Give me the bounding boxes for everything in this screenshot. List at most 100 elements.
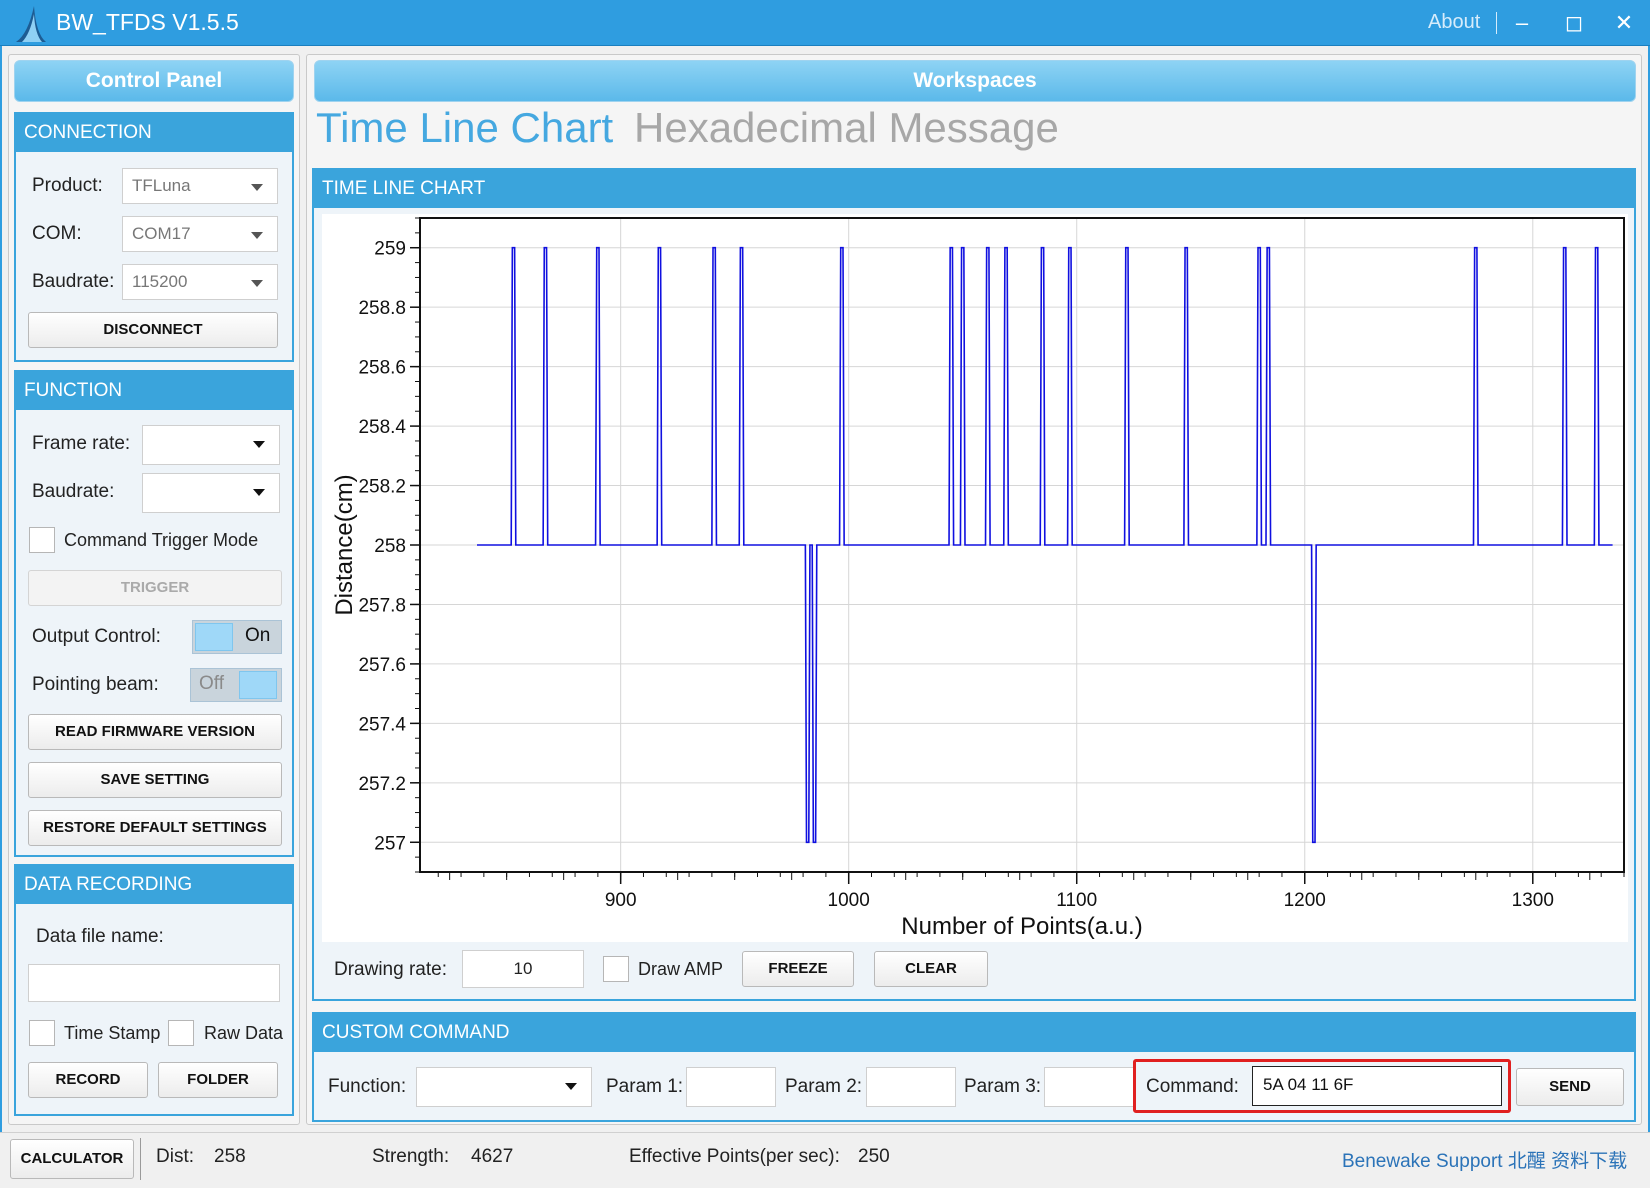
connection-baudrate-select[interactable]: 115200 [122,264,278,300]
drawing-rate-label: Drawing rate: [334,959,447,980]
com-select[interactable]: COM17 [122,216,278,252]
y-tick-label: 257.8 [358,595,406,616]
custom-command-title: CUSTOM COMMAND [314,1014,1634,1052]
time-stamp-label: Time Stamp [64,1023,161,1043]
strength-value: 4627 [471,1146,514,1167]
product-select[interactable]: TFLuna [122,168,278,204]
connection-baudrate-value: 115200 [132,272,188,291]
command-trigger-checkbox[interactable] [29,527,55,553]
y-tick-label: 259 [374,239,406,260]
x-tick-label: 1000 [828,890,870,911]
freeze-button[interactable]: FREEZE [742,951,854,987]
function-baudrate-select[interactable] [142,473,280,513]
output-control-state: On [245,625,271,646]
maximize-button[interactable]: ◻ [1556,6,1592,40]
close-button[interactable]: ✕ [1606,6,1642,40]
data-file-name-input[interactable] [28,964,280,1002]
clear-button[interactable]: CLEAR [874,951,988,987]
y-tick-label: 258.6 [358,358,406,379]
send-button[interactable]: SEND [1516,1068,1624,1106]
data-file-name-label: Data file name: [36,926,164,947]
function-baudrate-label: Baudrate: [32,481,115,502]
window-title: BW_TFDS V1.5.5 [56,9,239,35]
trigger-button[interactable]: TRIGGER [28,570,282,606]
command-input[interactable]: 5A 04 11 6F [1252,1066,1502,1106]
minimize-button[interactable]: – [1504,6,1540,40]
frame-rate-select[interactable] [142,425,280,465]
param1-label: Param 1: [606,1076,684,1097]
com-value: COM17 [132,224,191,243]
toggle-knob [195,623,233,651]
benewake-support-link[interactable]: Benewake Support 北醒 资料下载 [1342,1146,1627,1173]
function-title: FUNCTION [16,372,292,410]
time-stamp-checkbox[interactable] [29,1020,55,1046]
output-control-toggle[interactable]: On [192,620,282,654]
y-tick-label: 257.6 [358,655,406,676]
disconnect-button[interactable]: DISCONNECT [28,312,278,348]
dist-label: Dist: [156,1146,194,1167]
raw-data-checkbox[interactable] [168,1020,194,1046]
frame-rate-label: Frame rate: [32,433,131,454]
y-tick-label: 258.2 [358,477,406,498]
chevron-down-icon [565,1083,577,1090]
command-label: Command: [1146,1076,1239,1097]
output-control-label: Output Control: [32,626,161,647]
chevron-down-icon [253,441,265,448]
time-line-chart-title: TIME LINE CHART [314,170,1634,208]
function-label: Function: [328,1076,407,1097]
x-tick-label: 900 [605,890,637,911]
drawing-rate-input[interactable]: 10 [462,950,584,988]
about-link[interactable]: About [1428,11,1480,34]
strength-label: Strength: [372,1146,450,1167]
calculator-button[interactable]: CALCULATOR [10,1139,134,1179]
product-value: TFLuna [132,176,191,195]
y-tick-label: 258.8 [358,298,406,319]
pointing-beam-state: Off [199,673,224,694]
param2-label: Param 2: [785,1076,863,1097]
distance-chart: 257 257.2 257.4 257.6 257.8 258 258.2 258.4 258.… [322,214,1628,942]
raw-data-label: Raw Data [204,1023,284,1043]
y-tick-label: 258.4 [358,417,406,438]
title-bar: BW_TFDS V1.5.5 About – ◻ ✕ [0,0,1650,46]
save-setting-button[interactable]: SAVE SETTING [28,762,282,798]
param2-input[interactable] [866,1067,956,1107]
product-label: Product: [32,175,103,196]
restore-default-button[interactable]: RESTORE DEFAULT SETTINGS [28,810,282,846]
y-axis-label: Distance(cm) [331,474,358,615]
chevron-down-icon [251,184,263,191]
pointing-beam-toggle[interactable]: Off [190,668,282,702]
x-tick-label: 1100 [1056,890,1097,911]
toggle-knob [239,671,277,699]
param1-input[interactable] [686,1067,776,1107]
x-axis-label: Number of Points(a.u.) [901,913,1142,940]
tab-hexadecimal-message[interactable]: Hexadecimal Message [634,104,1059,152]
chart-background [322,214,1628,942]
status-separator [140,1138,141,1180]
data-recording-title: DATA RECORDING [16,866,292,904]
chevron-down-icon [253,489,265,496]
chevron-down-icon [251,280,263,287]
function-select[interactable] [416,1067,592,1107]
control-panel-header: Control Panel [14,60,294,102]
x-tick-label: 1200 [1284,890,1326,911]
param3-input[interactable] [1044,1067,1134,1107]
workspaces-header: Workspaces [314,60,1636,102]
draw-amp-checkbox[interactable] [603,956,629,982]
title-separator [1496,12,1497,34]
draw-amp-label: Draw AMP [638,959,724,979]
command-trigger-label: Command Trigger Mode [64,530,259,550]
pointing-beam-label: Pointing beam: [32,674,159,695]
com-label: COM: [32,223,82,244]
y-tick-label: 258 [374,536,406,557]
y-tick-label: 257.2 [358,774,406,795]
chevron-down-icon [251,232,263,239]
y-tick-label: 257.4 [358,714,406,735]
y-tick-label: 257 [374,833,406,854]
record-button[interactable]: RECORD [28,1062,148,1098]
connection-baudrate-label: Baudrate: [32,271,115,292]
connection-title: CONNECTION [16,114,292,152]
read-firmware-button[interactable]: READ FIRMWARE VERSION [28,714,282,750]
tab-time-line-chart[interactable]: Time Line Chart [316,104,613,152]
param3-label: Param 3: [964,1076,1042,1097]
folder-button[interactable]: FOLDER [158,1062,278,1098]
